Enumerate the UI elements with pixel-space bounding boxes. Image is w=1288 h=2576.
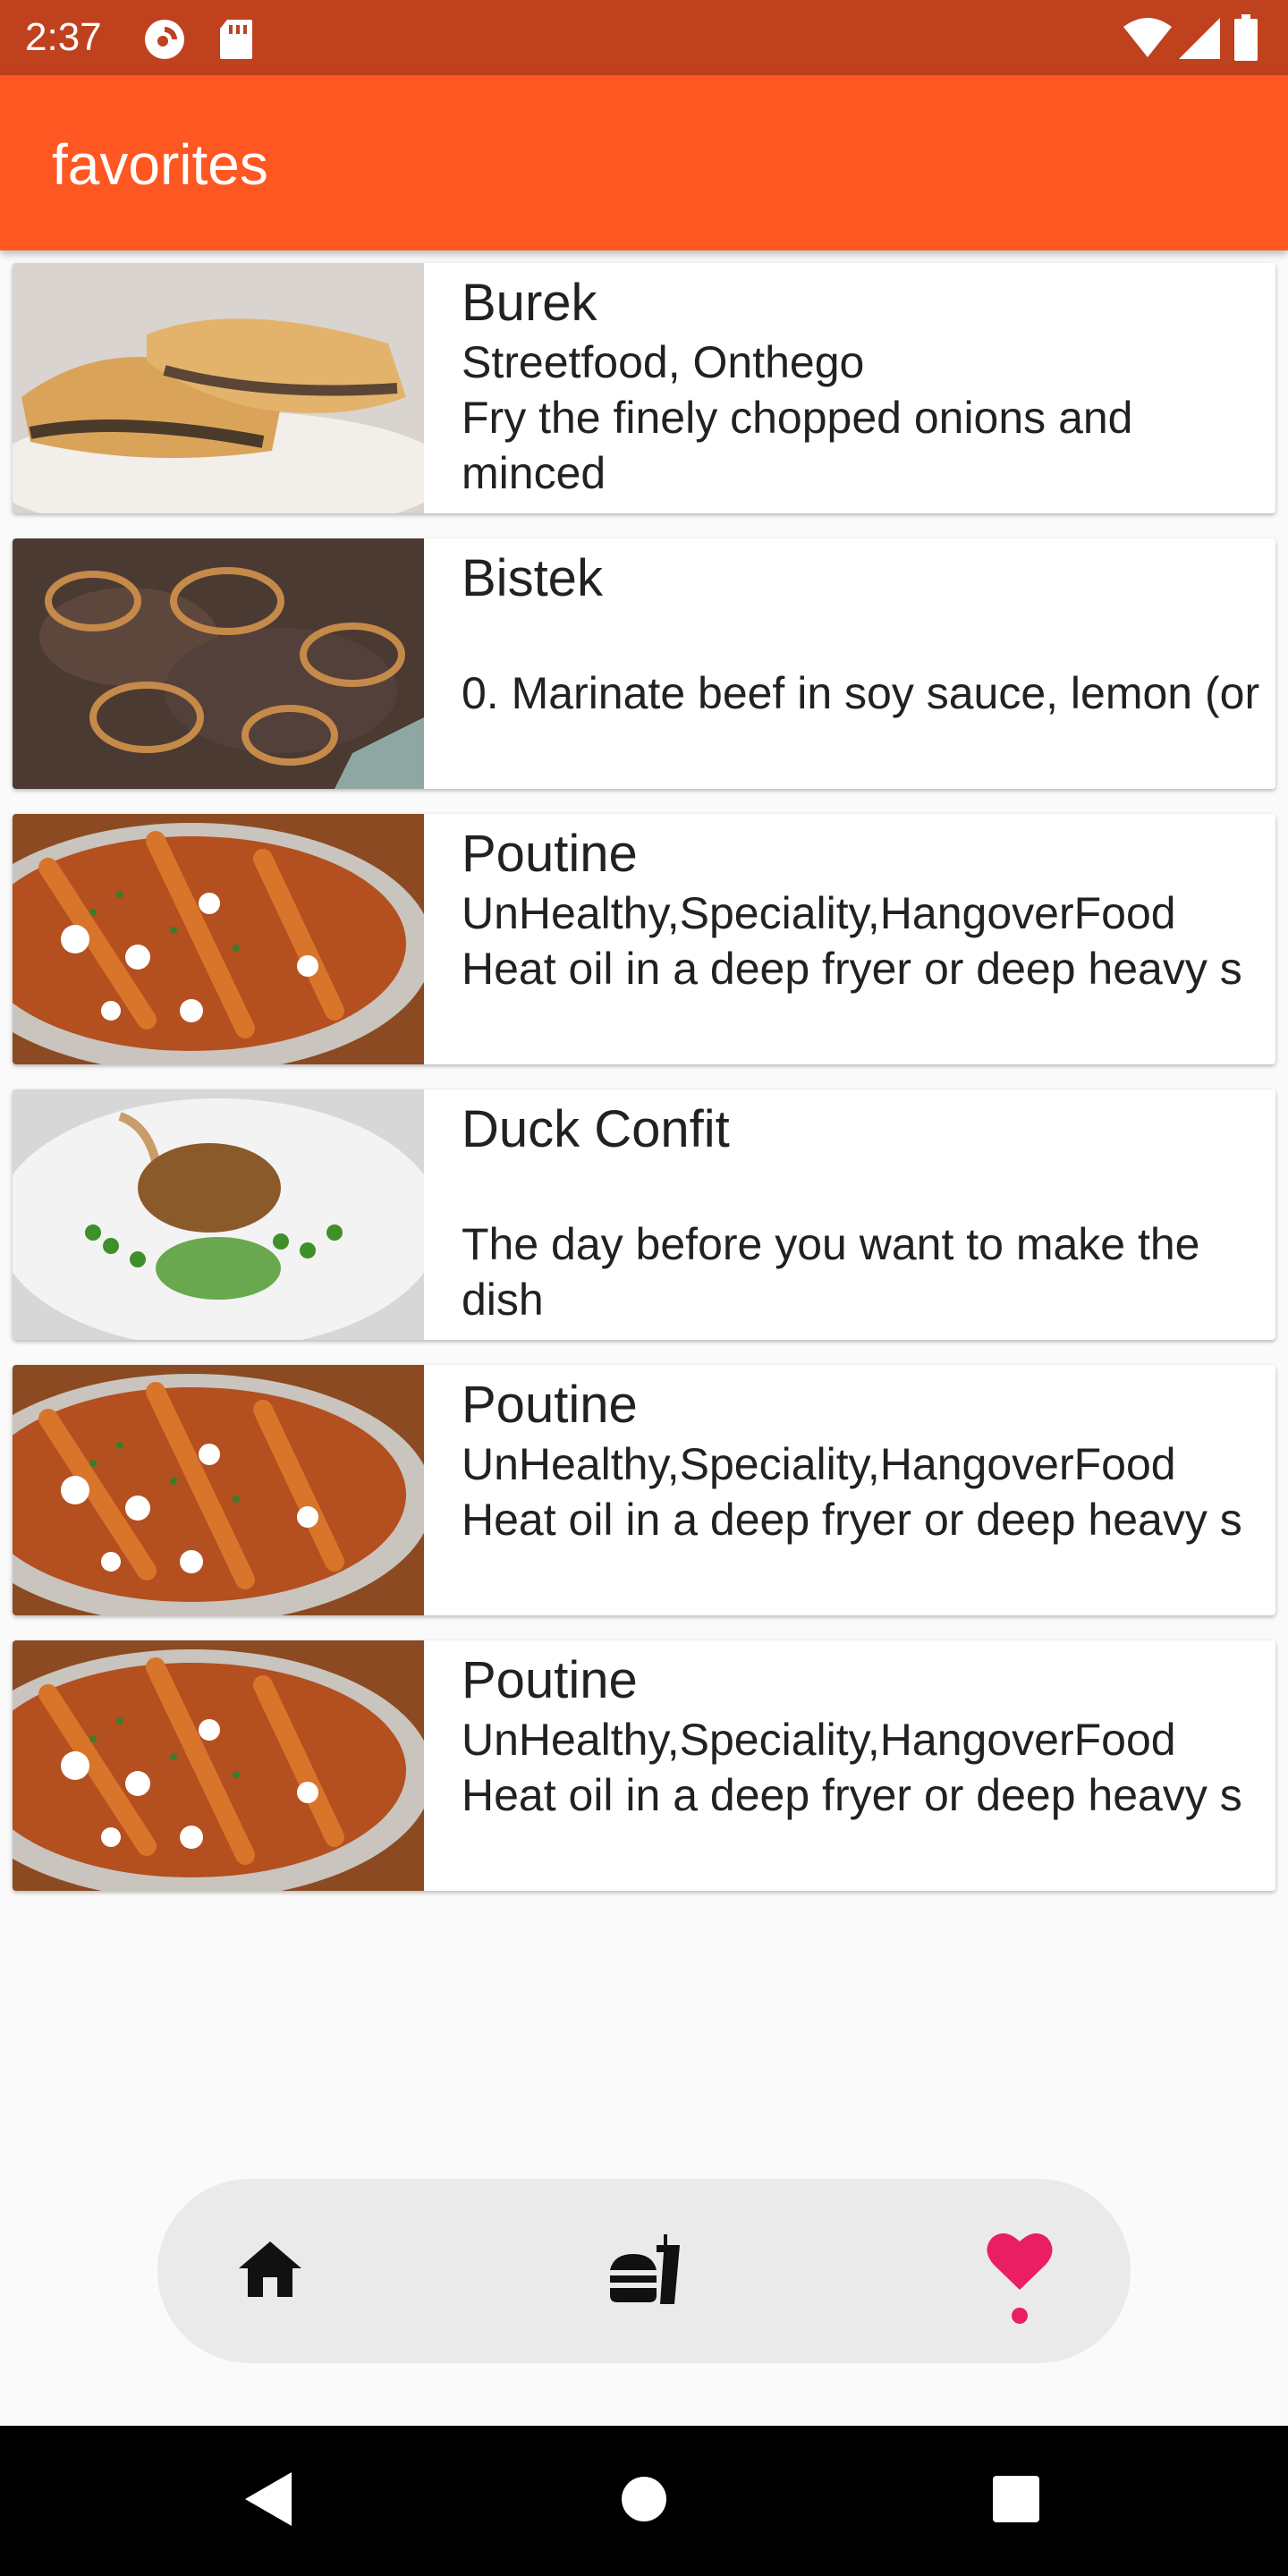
back-icon xyxy=(245,2471,292,2530)
poutine-photo xyxy=(13,814,424,1064)
card-category: UnHealthy,Speciality,HangoverFood xyxy=(462,1715,1176,1765)
card-title: Poutine xyxy=(462,1651,638,1709)
bistek-photo xyxy=(13,538,424,789)
wifi-icon xyxy=(1123,18,1172,62)
nav-home-button[interactable] xyxy=(181,2179,360,2363)
card-title: Bistek xyxy=(462,549,603,607)
nav-fastfood-button[interactable] xyxy=(555,2179,733,2363)
system-home-button[interactable] xyxy=(572,2426,716,2576)
system-back-button[interactable] xyxy=(197,2426,340,2576)
recents-icon xyxy=(993,2475,1039,2527)
pocket-casts-icon xyxy=(143,18,186,65)
favorite-card-poutine[interactable]: Poutine UnHealthy,Speciality,HangoverFoo… xyxy=(13,1365,1275,1615)
card-description: Heat oil in a deep fryer or deep heavy s xyxy=(462,1770,1242,1820)
page-title: favorites xyxy=(52,132,268,197)
card-title: Poutine xyxy=(462,825,638,883)
card-description: Fry the finely chopped onions and minced xyxy=(462,393,1133,498)
favorite-card-duck-confit[interactable]: Duck Confit The day before you want to m… xyxy=(13,1089,1275,1340)
card-title: Duck Confit xyxy=(462,1100,730,1158)
system-navigation-bar xyxy=(0,2426,1288,2576)
home-circle-icon xyxy=(621,2476,667,2527)
favorite-card-poutine[interactable]: Poutine UnHealthy,Speciality,HangoverFoo… xyxy=(13,814,1275,1064)
duck-confit-photo xyxy=(13,1089,424,1340)
card-category: Streetfood, Onthego xyxy=(462,337,865,387)
favorite-card-burek[interactable]: Burek Streetfood, Onthego Fry the finely… xyxy=(13,263,1275,513)
card-description: The day before you want to make the dish xyxy=(462,1219,1200,1325)
burek-photo xyxy=(13,263,424,513)
favorite-card-poutine[interactable]: Poutine UnHealthy,Speciality,HangoverFoo… xyxy=(13,1640,1275,1891)
battery-icon xyxy=(1234,14,1258,65)
app-bar: favorites xyxy=(0,75,1288,250)
system-recents-button[interactable] xyxy=(945,2426,1088,2576)
bottom-navigation xyxy=(157,2179,1131,2363)
card-description: 0. Marinate beef in soy sauce, lemon (or xyxy=(462,668,1260,718)
sd-card-icon xyxy=(218,18,254,65)
card-category xyxy=(462,610,1267,665)
favorite-card-bistek[interactable]: Bistek 0. Marinate beef in soy sauce, le… xyxy=(13,538,1275,789)
poutine-photo xyxy=(13,1365,424,1615)
heart-icon xyxy=(987,2231,1053,2294)
card-title: Poutine xyxy=(462,1376,638,1434)
nav-favorites-button[interactable] xyxy=(930,2179,1109,2363)
poutine-photo xyxy=(13,1640,424,1891)
cellular-signal-icon xyxy=(1179,18,1220,64)
card-category: UnHealthy,Speciality,HangoverFood xyxy=(462,1439,1176,1489)
card-category: UnHealthy,Speciality,HangoverFood xyxy=(462,888,1176,938)
favorites-list[interactable]: Burek Streetfood, Onthego Fry the finely… xyxy=(13,263,1275,1916)
card-category xyxy=(462,1161,1267,1216)
selected-indicator-dot xyxy=(1012,2308,1028,2324)
status-bar: 2:37 xyxy=(0,0,1288,75)
fastfood-icon xyxy=(608,2233,680,2309)
card-description: Heat oil in a deep fryer or deep heavy s xyxy=(462,944,1242,994)
card-title: Burek xyxy=(462,274,597,332)
home-icon xyxy=(239,2241,301,2301)
card-description: Heat oil in a deep fryer or deep heavy s xyxy=(462,1495,1242,1545)
status-time: 2:37 xyxy=(25,15,102,59)
